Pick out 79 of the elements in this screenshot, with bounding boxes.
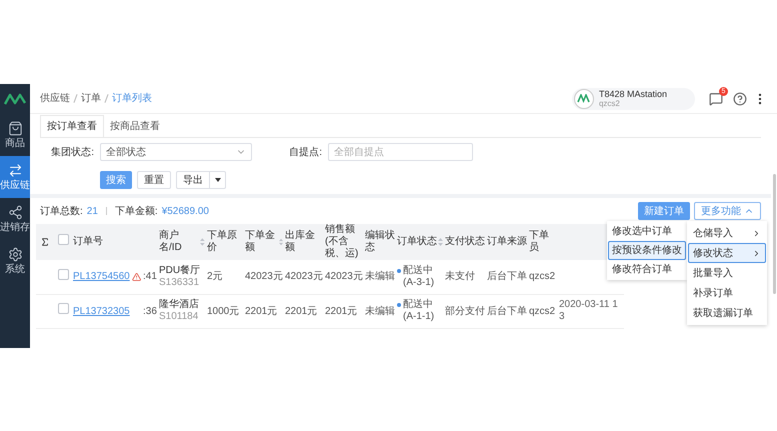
time-text: 2020-03-11 1 3 (559, 299, 619, 323)
pickup-input[interactable]: 全部自提点 (328, 143, 473, 161)
message-icon[interactable] (709, 92, 723, 106)
checkbox[interactable] (58, 303, 68, 314)
table-cell: 后台下单 (487, 271, 527, 282)
tab[interactable]: 按订单查看 (40, 115, 104, 137)
column-header: 订单来源 (487, 236, 527, 248)
filter-label: 自提点: (288, 146, 322, 160)
column-header: 出库金额 (285, 230, 316, 254)
submenu-item[interactable]: 修改符合订单 (608, 260, 686, 279)
column-header: 订单号 (73, 236, 103, 248)
menu-item[interactable]: 修改状态 (688, 243, 766, 263)
nodes-icon (8, 205, 22, 220)
table-cell: qzcs2 (529, 306, 556, 316)
order-count: 21 (86, 204, 98, 218)
tab[interactable]: 按商品查看 (104, 115, 166, 137)
filter-label: 集团状态: (50, 146, 94, 160)
user-avatar (574, 88, 594, 108)
settings-icon (8, 247, 22, 262)
user-account: qzcs2 (598, 98, 621, 108)
bag-icon (8, 121, 22, 136)
sidebar-item[interactable]: 进销存 (0, 198, 30, 240)
table-cell: 2201元 (245, 306, 278, 316)
submenu-item[interactable]: 修改选中订单 (608, 222, 686, 241)
table-cell: 部分支付 (445, 306, 485, 316)
checkbox[interactable] (58, 234, 68, 245)
user-name: T8428 MAstation (598, 88, 667, 98)
table-cell: :36 (143, 306, 157, 316)
breadcrumb-item: 订单列表 (112, 92, 152, 106)
menu-item[interactable]: 仓储导入 (688, 223, 766, 243)
user-badge[interactable]: T8428 MAstation qzcs2 (572, 88, 695, 110)
column-header: 下单员 (529, 230, 550, 254)
merchant-cell-text: 隆华酒店 S101184 (159, 299, 200, 323)
submenu-item[interactable]: 按预设条件修改 (608, 241, 686, 260)
export-button[interactable]: 导出 (176, 171, 210, 189)
table-cell: 2元 (207, 271, 223, 282)
help-icon[interactable] (733, 92, 747, 106)
table-cell: 后台下单 (487, 306, 527, 316)
table-cell: 1000元 (207, 306, 240, 316)
logo-icon (4, 93, 26, 105)
table-cell: :41 (143, 271, 157, 282)
order-status: 配送中(A-1-1) (403, 299, 436, 323)
sidebar-item[interactable]: 商品 (0, 114, 30, 156)
table-cell: 2201元 (325, 306, 358, 316)
merchant-cell-text: PDU餐厅 S136331 (159, 264, 202, 289)
export-dropdown-button[interactable] (210, 171, 226, 189)
table-cell: 42023元 (285, 271, 323, 282)
caret-icon (214, 178, 220, 182)
reset-button[interactable]: 重置 (137, 171, 171, 189)
column-header[interactable]: 商户名/ID (159, 230, 200, 254)
table-cell: 未编辑 (365, 306, 395, 316)
breadcrumb-item[interactable]: 供应链 (40, 91, 70, 106)
table-cell: qzcs2 (529, 271, 556, 282)
column-header[interactable]: 下单金额 (245, 230, 278, 254)
summary-label: 下单金额: (114, 204, 158, 218)
table-cell: 2201元 (285, 306, 318, 316)
scrollbar[interactable] (771, 114, 777, 348)
breadcrumb-item[interactable]: 订单 (81, 91, 101, 106)
menu-item[interactable]: 补录订单 (688, 283, 766, 303)
checkbox[interactable] (58, 268, 68, 280)
column-header: 下单原价 (207, 230, 238, 254)
status-select[interactable]: 全部状态 (100, 143, 252, 161)
table-cell: 42023元 (325, 271, 363, 282)
summary-label: 订单总数: (40, 204, 83, 218)
menu-item[interactable]: 获取遗漏订单 (688, 303, 766, 323)
table-cell: 未编辑 (365, 271, 395, 282)
sidebar-item[interactable]: 系统 (0, 240, 30, 282)
sidebar-item[interactable]: 供应链 (0, 156, 30, 198)
arrows-icon (8, 163, 22, 178)
column-header: 销售额(不含税、运) (325, 224, 360, 260)
column-settings-icon[interactable] (40, 237, 50, 247)
order-status: 配送中(A-3-1) (403, 264, 436, 289)
column-header[interactable]: 订单状态 (397, 236, 437, 248)
order-amount: ¥52689.00 (162, 204, 209, 218)
table-cell: 未支付 (445, 271, 475, 282)
column-header: 支付状态 (445, 236, 485, 248)
table-cell: 42023元 (245, 271, 283, 282)
menu-item[interactable]: 批量导入 (688, 263, 766, 283)
column-header: 编辑状态 (365, 230, 395, 254)
